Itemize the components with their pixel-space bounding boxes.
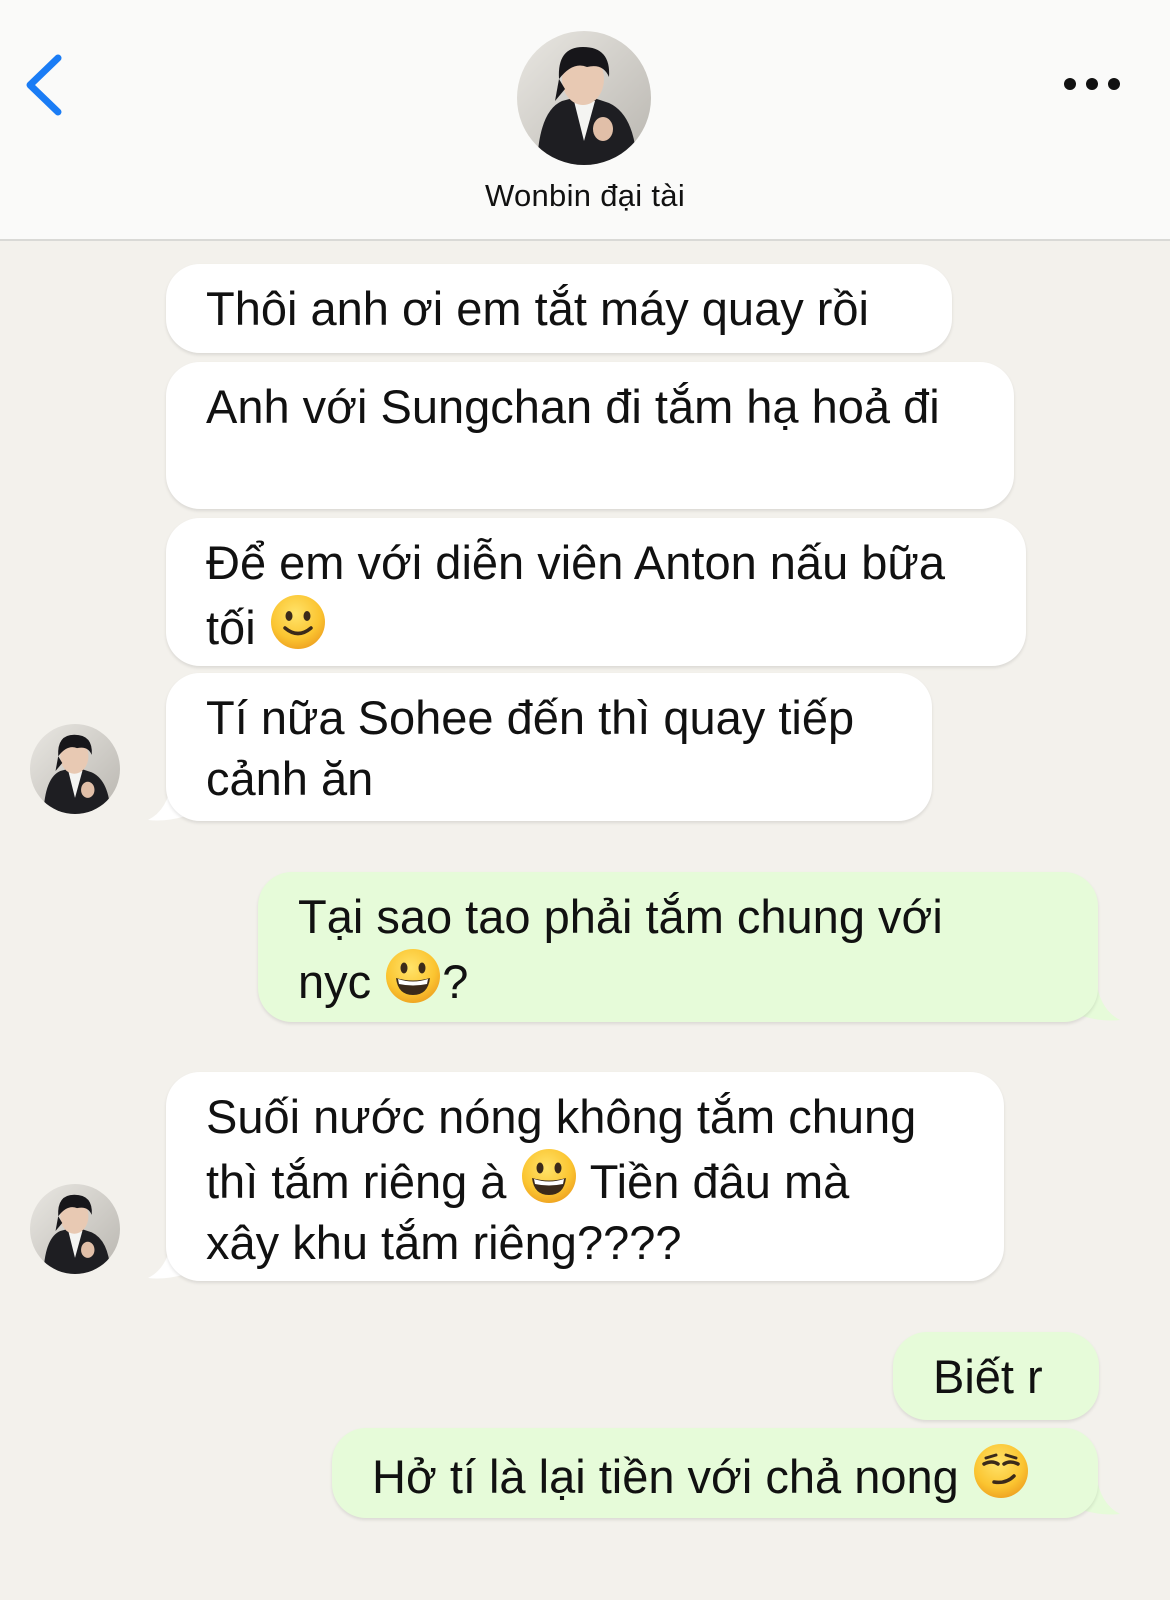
- message-bubble-incoming[interactable]: Để em với diễn viên Anton nấu bữa tối: [166, 518, 1026, 666]
- back-button[interactable]: [22, 50, 72, 120]
- message-bubble-outgoing[interactable]: Hở tí là lại tiền với chả nong: [332, 1428, 1098, 1518]
- smirking-face-emoji: [973, 1444, 1028, 1498]
- message-text: cảnh ăn: [206, 752, 374, 805]
- message-text: ?: [442, 955, 469, 1008]
- message-text: thì tắm riêng à: [206, 1155, 507, 1208]
- sender-avatar[interactable]: [30, 1184, 120, 1274]
- slightly-smiling-face-emoji: [270, 595, 325, 649]
- contact-avatar[interactable]: [517, 31, 651, 165]
- grinning-face-emoji: [386, 949, 441, 1003]
- chat-header: Wonbin đại tài: [0, 0, 1170, 241]
- message-text: Tại sao tao phải tắm chung với: [298, 890, 943, 943]
- sender-avatar[interactable]: [30, 724, 120, 814]
- message-bubble-outgoing[interactable]: Biết r: [893, 1332, 1099, 1420]
- message-text: Biết r: [933, 1350, 1043, 1403]
- message-text: nyc: [298, 955, 372, 1008]
- contact-name[interactable]: Wonbin đại tài: [0, 178, 1170, 214]
- message-text: Tiền đâu mà: [589, 1155, 850, 1208]
- message-text: Hở tí là lại tiền với chả nong: [372, 1450, 959, 1503]
- message-text: Anh với Sungchan đi tắm hạ hoả đi: [206, 380, 940, 433]
- grinning-face-emoji: [521, 1149, 576, 1203]
- more-options-button[interactable]: [1060, 66, 1130, 102]
- message-bubble-incoming[interactable]: Suối nước nóng không tắm chung thì tắm r…: [166, 1072, 1004, 1281]
- message-bubble-incoming[interactable]: Anh với Sungchan đi tắm hạ hoả đi: [166, 362, 1014, 509]
- message-bubble-outgoing[interactable]: Tại sao tao phải tắm chung với nyc ?: [258, 872, 1098, 1022]
- ellipsis-icon: [1064, 78, 1120, 90]
- message-text: Suối nước nóng không tắm chung: [206, 1090, 917, 1143]
- message-text: Tí nữa Sohee đến thì quay tiếp: [206, 691, 855, 744]
- message-bubble-incoming[interactable]: Tí nữa Sohee đến thì quay tiếp cảnh ăn: [166, 673, 932, 821]
- chevron-left-icon: [26, 54, 62, 116]
- message-bubble-incoming[interactable]: Thôi anh ơi em tắt máy quay rồi: [166, 264, 952, 353]
- message-text: Thôi anh ơi em tắt máy quay rồi: [206, 282, 870, 335]
- message-text: xây khu tắm riêng????: [206, 1216, 682, 1269]
- message-text: Để em với diễn viên Anton nấu bữa: [206, 536, 946, 589]
- message-text: tối: [206, 601, 256, 654]
